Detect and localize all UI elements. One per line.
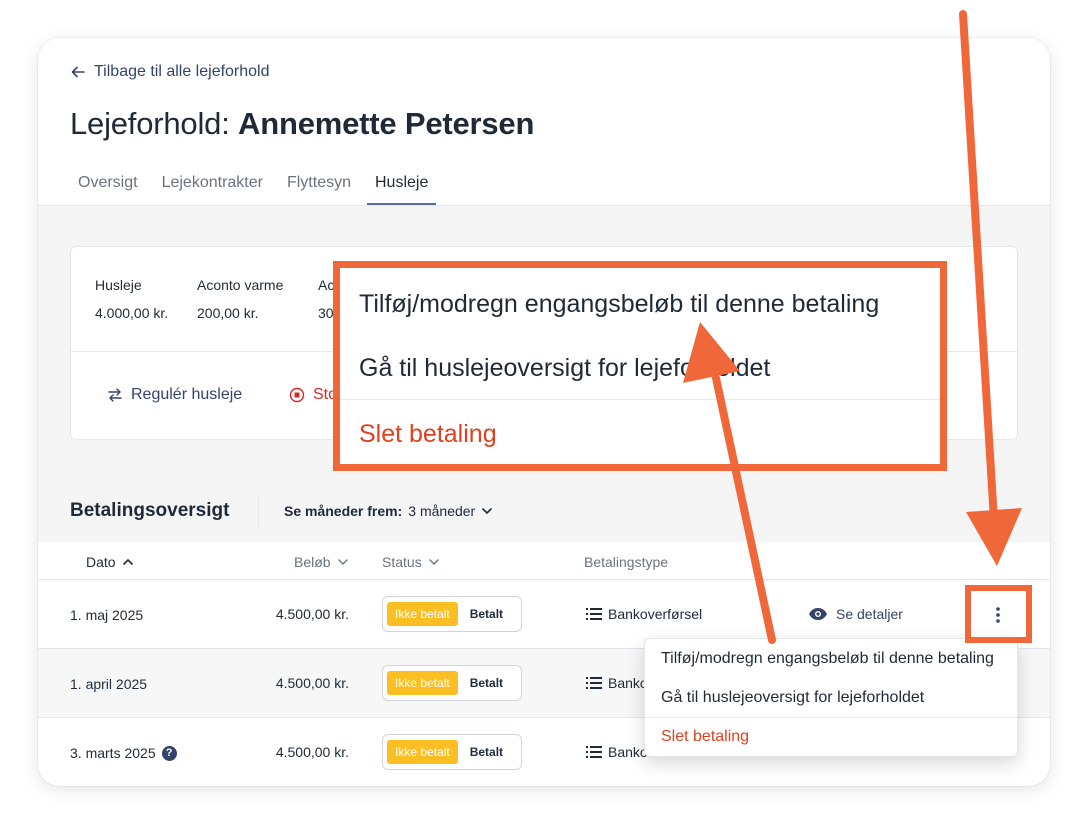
list-icon xyxy=(586,746,602,758)
page-title-prefix: Lejeforhold: xyxy=(70,106,230,141)
row-date-cell: 3. marts 2025? xyxy=(70,745,177,761)
payment-type-label: Banko xyxy=(608,675,648,691)
kebab-highlight-box xyxy=(965,585,1032,643)
zoom-menu-item-add-oneoff: Tilføj/modregn engangsbeløb til denne be… xyxy=(359,290,880,318)
row-amount: 4.500,00 kr. xyxy=(275,675,349,691)
divider xyxy=(340,399,940,400)
eye-icon xyxy=(809,608,827,620)
tab-flyttesyn[interactable]: Flyttesyn xyxy=(279,168,359,206)
col-amount-header[interactable]: Beløb xyxy=(294,554,349,570)
col-type-header: Betalingstype xyxy=(584,554,669,570)
rent-label: Husleje xyxy=(95,277,142,293)
table-header: Dato Beløb Status Betalingstype xyxy=(38,542,1050,580)
row-date: 3. marts 2025 xyxy=(70,745,156,761)
row-date: 1. maj 2025 xyxy=(70,607,144,623)
tab-husleje[interactable]: Husleje xyxy=(366,168,437,206)
status-paid-button[interactable]: Betalt xyxy=(462,602,511,626)
menu-item-add-oneoff[interactable]: Tilføj/modregn engangsbeløb til denne be… xyxy=(661,650,994,668)
stop-rent-button[interactable]: Sto xyxy=(289,386,337,404)
status-unpaid-button[interactable]: Ikke betalt xyxy=(387,602,458,626)
regulate-rent-label: Regulér husleje xyxy=(131,386,243,403)
divider xyxy=(645,717,1017,718)
col-date-label: Dato xyxy=(86,554,116,570)
rent-col-husleje: Husleje 4.000,00 kr. xyxy=(95,277,168,321)
help-icon[interactable]: ? xyxy=(161,746,177,761)
rent-value: 4.000,00 kr. xyxy=(95,305,169,321)
swap-arrows-icon xyxy=(108,388,122,402)
status-toggle: Ikke betalt Betalt xyxy=(382,596,522,632)
arrow-left-icon xyxy=(71,66,85,78)
page-title-name: Annemette Petersen xyxy=(238,106,535,141)
zoomed-menu-callout: Tilføj/modregn engangsbeløb til denne be… xyxy=(333,261,947,471)
list-icon xyxy=(586,608,602,620)
back-link[interactable]: Tilbage til alle lejeforhold xyxy=(70,63,270,81)
months-label: Se måneder frem: xyxy=(284,503,403,519)
payment-type: Bankoverførsel xyxy=(586,606,702,622)
rent-value: 30 xyxy=(318,305,334,321)
months-value: 3 måneder xyxy=(408,503,476,519)
col-date-header[interactable]: Dato xyxy=(86,554,134,570)
row-amount: 4.500,00 kr. xyxy=(275,606,349,622)
chevron-down-icon xyxy=(429,559,439,565)
col-status-label: Status xyxy=(382,554,422,570)
stop-circle-icon xyxy=(289,387,305,403)
payment-type: Banko xyxy=(586,675,648,691)
status-unpaid-button[interactable]: Ikke betalt xyxy=(387,740,458,764)
tab-lejekontrakter[interactable]: Lejekontrakter xyxy=(154,168,271,206)
col-status-header[interactable]: Status xyxy=(382,554,440,570)
zoom-menu-item-delete-payment: Slet betaling xyxy=(359,420,497,448)
status-unpaid-button[interactable]: Ikke betalt xyxy=(387,671,458,695)
payment-type-label: Bankoverførsel xyxy=(608,606,703,622)
status-paid-button[interactable]: Betalt xyxy=(462,671,511,695)
menu-item-goto-overview[interactable]: Gå til huslejeoversigt for lejeforholdet xyxy=(661,689,924,707)
rent-label: Aconto varme xyxy=(197,277,284,293)
payment-type: Banko xyxy=(586,744,648,760)
back-link-label: Tilbage til alle lejeforhold xyxy=(94,63,270,80)
row-amount: 4.500,00 kr. xyxy=(275,744,349,760)
rent-col-ac: Ac 30 xyxy=(318,277,334,321)
row-options-menu: Tilføj/modregn engangsbeløb til denne be… xyxy=(644,638,1018,757)
tab-oversigt[interactable]: Oversigt xyxy=(70,168,146,206)
section-title: Betalingsoversigt xyxy=(70,500,230,521)
see-details-label: Se detaljer xyxy=(836,606,903,622)
menu-item-delete-payment[interactable]: Slet betaling xyxy=(661,728,749,746)
zoom-menu-item-goto-overview: Gå til huslejeoversigt for lejeforholdet xyxy=(359,354,771,382)
rent-label: Ac xyxy=(318,277,335,293)
list-icon xyxy=(586,677,602,689)
col-amount-label: Beløb xyxy=(294,554,331,570)
see-details-link[interactable]: Se detaljer xyxy=(808,606,903,622)
payment-type-label: Banko xyxy=(608,744,648,760)
status-toggle: Ikke betalt Betalt xyxy=(382,665,522,701)
regulate-rent-button[interactable]: Regulér husleje xyxy=(107,386,242,404)
months-select[interactable]: Se måneder frem: 3 måneder xyxy=(284,503,493,519)
rent-value: 200,00 kr. xyxy=(197,305,259,321)
chevron-up-icon xyxy=(122,558,133,565)
status-paid-button[interactable]: Betalt xyxy=(462,740,511,764)
chevron-down-icon xyxy=(337,559,348,565)
row-date: 1. april 2025 xyxy=(70,676,148,692)
divider xyxy=(258,495,259,527)
tabs: Oversigt Lejekontrakter Flyttesyn Huslej… xyxy=(70,168,444,206)
rent-col-aconto: Aconto varme 200,00 kr. xyxy=(197,277,283,321)
page-title: Lejeforhold: Annemette Petersen xyxy=(70,106,534,142)
status-toggle: Ikke betalt Betalt xyxy=(382,734,522,770)
chevron-down-icon xyxy=(482,508,493,515)
